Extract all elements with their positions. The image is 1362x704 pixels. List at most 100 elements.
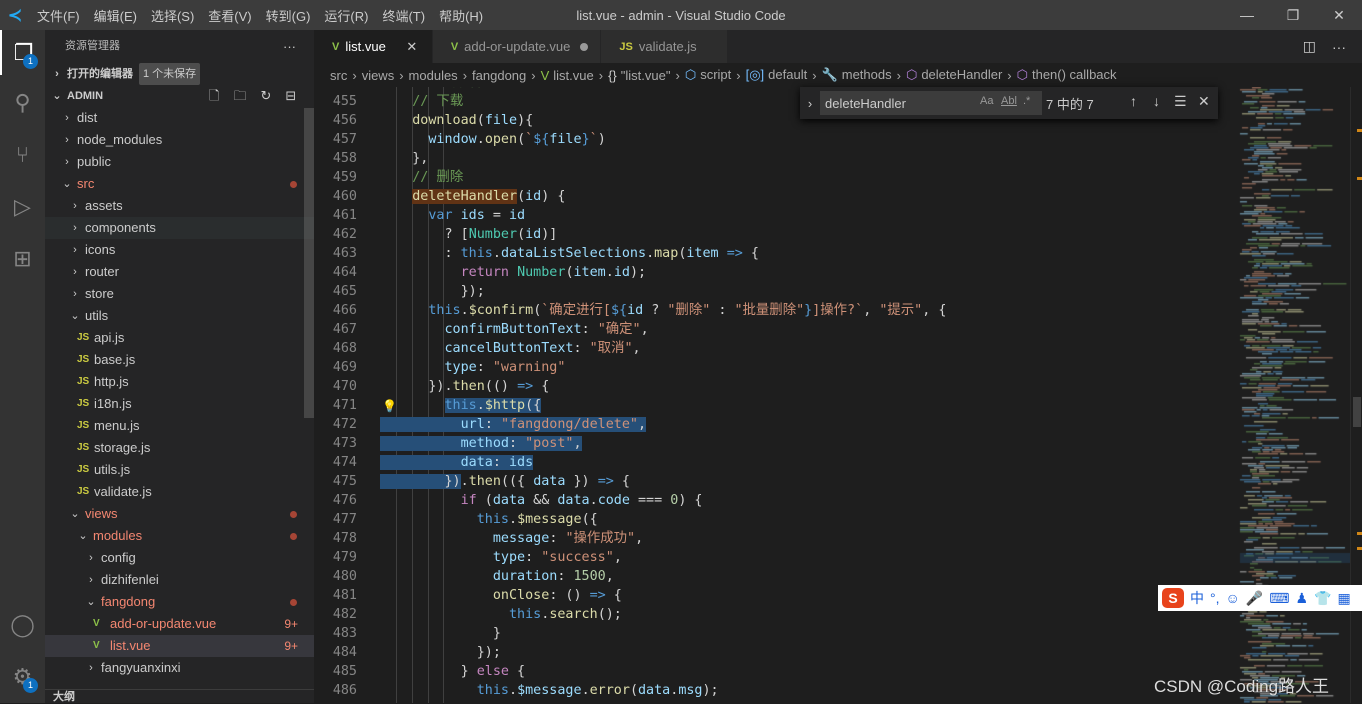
- tree-item[interactable]: › dist: [45, 107, 314, 129]
- ime-item[interactable]: ☺: [1226, 590, 1240, 606]
- search-icon[interactable]: ⚲: [0, 80, 45, 125]
- breadcrumb-item[interactable]: [◎] default: [746, 67, 808, 83]
- menu-item[interactable]: 终端(T): [375, 6, 432, 25]
- tree-item[interactable]: ⌄ fangdong: [45, 591, 314, 613]
- source-control-icon[interactable]: ⑂: [0, 132, 45, 177]
- ime-item[interactable]: 中: [1190, 588, 1204, 608]
- new-file-icon[interactable]: 🗋: [209, 85, 219, 107]
- watermark: CSDN @Coding路人王: [1154, 677, 1330, 696]
- breadcrumb-item[interactable]: {} "list.vue": [608, 68, 670, 83]
- line-number: 484: [332, 645, 357, 660]
- tree-item[interactable]: ⌄ modules: [45, 525, 314, 547]
- tree-item[interactable]: › public: [45, 151, 314, 173]
- chevron-right-icon: ›: [462, 67, 468, 83]
- previous-match-icon[interactable]: ↑: [1130, 93, 1137, 109]
- code-token: msg: [678, 683, 703, 698]
- menu-item[interactable]: 文件(F): [30, 6, 87, 25]
- tree-item[interactable]: ⌄ src: [45, 173, 314, 195]
- breadcrumb-item[interactable]: ⬡ then() callback: [1017, 67, 1117, 83]
- tree-item-label: public: [77, 154, 111, 169]
- breadcrumb-item[interactable]: src: [330, 68, 347, 83]
- tree-item[interactable]: › router: [45, 261, 314, 283]
- code-token: "post": [525, 436, 574, 451]
- breadcrumb-item[interactable]: ⬡ script: [685, 67, 731, 83]
- ime-item[interactable]: °,: [1210, 590, 1220, 606]
- scrollbar-thumb[interactable]: [1353, 397, 1361, 427]
- outline-section[interactable]: 大纲: [45, 689, 314, 703]
- tree-item[interactable]: › components: [45, 217, 314, 239]
- close-tab-icon[interactable]: ✕: [404, 39, 420, 55]
- code-text: type: "warning": [380, 358, 566, 377]
- tree-item[interactable]: JS base.js: [45, 349, 314, 371]
- breadcrumb-item[interactable]: Vlist.vue: [541, 68, 594, 83]
- admin-root-section[interactable]: ⌄ ADMIN 🗋 🗀 ↻ ⊟: [45, 85, 314, 107]
- tree-item[interactable]: JS http.js: [45, 371, 314, 393]
- account-icon[interactable]: ◯: [0, 602, 45, 647]
- menu-item[interactable]: 转到(G): [259, 6, 318, 25]
- tree-item[interactable]: Vlist.vue 9+: [45, 635, 314, 657]
- tab-list-vue[interactable]: Vlist.vue ✕: [314, 30, 433, 63]
- tab-validate-js[interactable]: JS validate.js: [601, 30, 728, 63]
- tree-item[interactable]: JS api.js: [45, 327, 314, 349]
- menu-item[interactable]: 编辑(E): [87, 6, 144, 25]
- tree-item[interactable]: JS storage.js: [45, 437, 314, 459]
- tree-item[interactable]: › icons: [45, 239, 314, 261]
- ime-item[interactable]: ♟: [1295, 590, 1308, 607]
- new-folder-icon[interactable]: 🗀: [233, 85, 246, 107]
- ime-item[interactable]: ⌨: [1269, 590, 1289, 607]
- close-window-button[interactable]: ✕: [1316, 0, 1362, 30]
- regex-icon[interactable]: .*: [1023, 95, 1030, 107]
- tree-item[interactable]: ⌄ utils: [45, 305, 314, 327]
- run-debug-icon[interactable]: ▷: [0, 184, 45, 229]
- breadcrumb-item[interactable]: fangdong: [472, 68, 526, 83]
- explorer-icon[interactable]: ❐ 1: [0, 30, 45, 75]
- toggle-replace-icon[interactable]: ›: [800, 96, 820, 111]
- maximize-button[interactable]: ❐: [1270, 0, 1316, 30]
- menu-item[interactable]: 帮助(H): [432, 6, 490, 25]
- collapse-all-icon[interactable]: ⊟: [285, 85, 296, 107]
- tree-item[interactable]: › fangyuanxinxi: [45, 657, 314, 679]
- more-actions-icon[interactable]: ···: [1332, 39, 1346, 55]
- tree-item[interactable]: JS i18n.js: [45, 393, 314, 415]
- code-token: data: [557, 493, 590, 508]
- breadcrumb-item[interactable]: views: [362, 68, 395, 83]
- settings-gear-icon[interactable]: ⚙ 1: [0, 654, 45, 699]
- tree-item[interactable]: JS utils.js: [45, 459, 314, 481]
- close-find-icon[interactable]: ✕: [1198, 93, 1210, 110]
- open-editors-section[interactable]: › 打开的编辑器 1 个未保存: [45, 63, 314, 85]
- js-file-icon: JS: [77, 442, 90, 453]
- refresh-icon[interactable]: ↻: [260, 85, 271, 107]
- match-case-icon[interactable]: Aa: [980, 95, 993, 107]
- menu-item[interactable]: 运行(R): [317, 6, 375, 25]
- split-editor-icon[interactable]: ◫: [1303, 38, 1316, 55]
- ime-item[interactable]: 👕: [1314, 590, 1331, 607]
- code-token: :: [549, 531, 566, 546]
- code-token: file: [549, 132, 582, 147]
- tree-item[interactable]: › store: [45, 283, 314, 305]
- tree-item[interactable]: › dizhifenlei: [45, 569, 314, 591]
- menu-item[interactable]: 选择(S): [144, 6, 201, 25]
- tree-item[interactable]: › assets: [45, 195, 314, 217]
- breadcrumb-item[interactable]: ⬡ deleteHandler: [906, 67, 1002, 83]
- breadcrumb-item[interactable]: modules: [409, 68, 458, 83]
- ime-item[interactable]: 🎤: [1246, 590, 1263, 607]
- ime-item[interactable]: ▦: [1337, 590, 1350, 607]
- code-editor[interactable]: 454 // 查看详情455 // 下载456 download(file){4…: [314, 87, 1230, 703]
- minimize-button[interactable]: —: [1224, 0, 1270, 30]
- extensions-icon[interactable]: ⊞: [0, 236, 45, 281]
- breadcrumb-item[interactable]: 🔧 methods: [822, 67, 892, 83]
- code-text: type: "success",: [380, 548, 622, 567]
- menu-item[interactable]: 查看(V): [201, 6, 258, 25]
- more-actions-icon[interactable]: ···: [283, 30, 296, 63]
- tree-item[interactable]: › node_modules: [45, 129, 314, 151]
- next-match-icon[interactable]: ↓: [1153, 93, 1160, 109]
- tree-item[interactable]: Vadd-or-update.vue 9+: [45, 613, 314, 635]
- tab-add-or-update-vue[interactable]: Vadd-or-update.vue: [432, 30, 602, 63]
- tree-item[interactable]: JS menu.js: [45, 415, 314, 437]
- sidebar-scrollbar[interactable]: [304, 108, 314, 418]
- tree-item[interactable]: › config: [45, 547, 314, 569]
- whole-word-icon[interactable]: Abl: [1001, 95, 1017, 107]
- tree-item[interactable]: JS validate.js: [45, 481, 314, 503]
- find-in-selection-icon[interactable]: ☰: [1174, 93, 1187, 110]
- tree-item[interactable]: ⌄ views: [45, 503, 314, 525]
